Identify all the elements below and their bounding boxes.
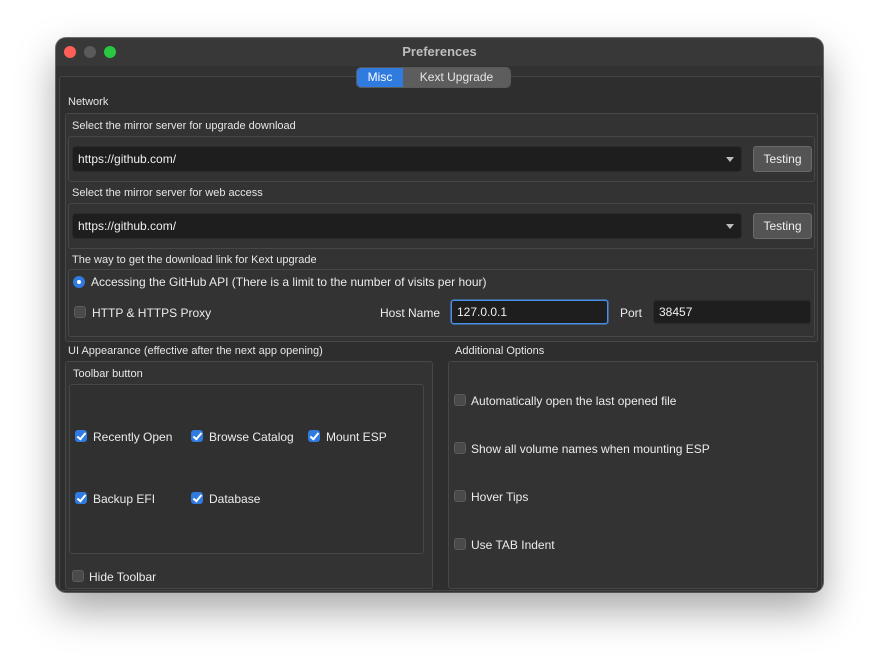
upgrade-mirror-select[interactable]: https://github.com/ (72, 146, 742, 172)
web-mirror-value: https://github.com/ (78, 219, 177, 233)
web-mirror-select[interactable]: https://github.com/ (72, 213, 742, 239)
web-mirror-row: https://github.com/ Testing (68, 203, 815, 249)
host-name-label: Host Name (380, 306, 441, 320)
web-mirror-testing-button[interactable]: Testing (753, 213, 812, 239)
upgrade-mirror-testing-button[interactable]: Testing (753, 146, 812, 172)
browse-catalog-checkbox[interactable] (191, 430, 203, 442)
chevron-down-icon (726, 157, 734, 162)
network-group: Select the mirror server for upgrade dow… (65, 113, 818, 342)
auto-open-last-file-label[interactable]: Automatically open the last opened file (471, 394, 676, 408)
misc-tab-content: Network Select the mirror server for upg… (59, 76, 822, 591)
database-label[interactable]: Database (209, 492, 260, 506)
web-mirror-label: Select the mirror server for web access (72, 187, 263, 199)
additional-options-group: Automatically open the last opened file … (448, 361, 818, 589)
download-link-label: The way to get the download link for Kex… (72, 254, 317, 266)
github-api-option-label[interactable]: Accessing the GitHub API (There is a lim… (91, 275, 487, 289)
port-value: 38457 (659, 305, 693, 319)
network-title: Network (68, 96, 109, 108)
host-name-value: 127.0.0.1 (457, 305, 508, 319)
github-api-radio[interactable] (73, 276, 85, 288)
recently-open-label[interactable]: Recently Open (93, 430, 172, 444)
mount-esp-checkbox[interactable] (308, 430, 320, 442)
upgrade-mirror-value: https://github.com/ (78, 152, 177, 166)
tab-indent-label[interactable]: Use TAB Indent (471, 538, 555, 552)
tab-misc[interactable]: Misc (357, 68, 403, 87)
download-link-group: Accessing the GitHub API (There is a lim… (68, 269, 815, 337)
port-field[interactable]: 38457 (653, 300, 811, 324)
toolbar-button-group: Recently Open Browse Catalog Mount ESP B… (69, 384, 424, 554)
host-name-field[interactable]: 127.0.0.1 (451, 300, 608, 324)
tab-indent-checkbox[interactable] (454, 538, 466, 550)
hover-tips-checkbox[interactable] (454, 490, 466, 502)
hide-toolbar-label[interactable]: Hide Toolbar (89, 570, 156, 584)
hide-toolbar-checkbox[interactable] (72, 570, 84, 582)
upgrade-mirror-row: https://github.com/ Testing (68, 136, 815, 182)
proxy-checkbox[interactable] (74, 306, 86, 318)
ui-appearance-title: UI Appearance (effective after the next … (68, 345, 323, 357)
ui-appearance-group: Toolbar button Recently Open Browse Cata… (65, 361, 433, 589)
window-title: Preferences (402, 44, 477, 59)
upgrade-mirror-label: Select the mirror server for upgrade dow… (72, 120, 296, 132)
mount-esp-label[interactable]: Mount ESP (326, 430, 387, 444)
proxy-option-label[interactable]: HTTP & HTTPS Proxy (92, 306, 211, 320)
preferences-window: Preferences Misc Kext Upgrade URL Networ… (56, 38, 823, 592)
tab-kext-upgrade-url[interactable]: Kext Upgrade URL (403, 68, 510, 87)
browse-catalog-label[interactable]: Browse Catalog (209, 430, 294, 444)
title-bar: Preferences (56, 38, 823, 66)
hover-tips-label[interactable]: Hover Tips (471, 490, 528, 504)
backup-efi-checkbox[interactable] (75, 492, 87, 504)
backup-efi-label[interactable]: Backup EFI (93, 492, 155, 506)
tab-bar: Misc Kext Upgrade URL (356, 67, 511, 88)
database-checkbox[interactable] (191, 492, 203, 504)
recently-open-checkbox[interactable] (75, 430, 87, 442)
chevron-down-icon (726, 224, 734, 229)
port-label: Port (620, 306, 643, 320)
additional-options-title: Additional Options (455, 345, 545, 357)
auto-open-last-file-checkbox[interactable] (454, 394, 466, 406)
toolbar-button-label: Toolbar button (73, 368, 143, 380)
show-volume-names-checkbox[interactable] (454, 442, 466, 454)
show-volume-names-label[interactable]: Show all volume names when mounting ESP (471, 442, 710, 456)
